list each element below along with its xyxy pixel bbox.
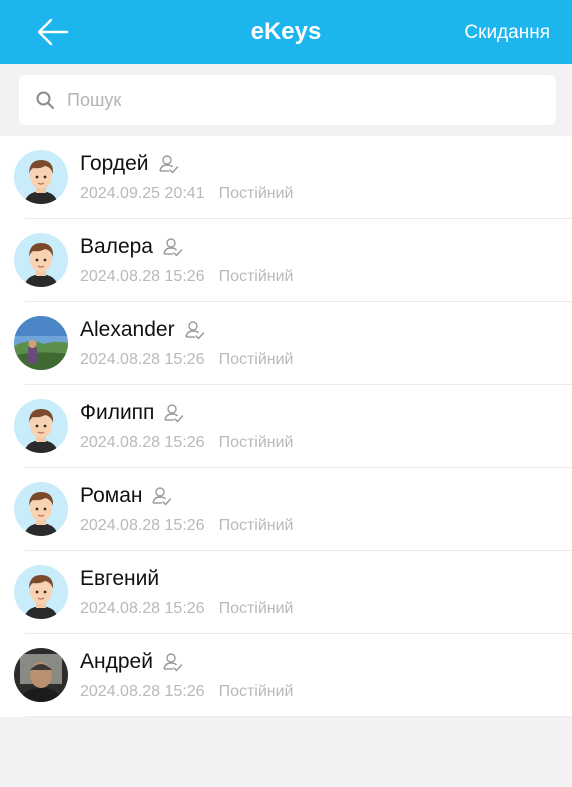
key-meta: 2024.08.28 15:26 Постійний <box>80 516 294 536</box>
key-validity: Постійний <box>218 600 294 617</box>
reset-button[interactable]: Скидання <box>464 0 550 64</box>
ekey-list-item[interactable]: Филипп 2024.08.28 15:26 Постійний <box>0 385 572 468</box>
back-button[interactable] <box>30 14 74 50</box>
key-date: 2024.08.28 15:26 <box>80 268 205 285</box>
key-validity: Постійний <box>218 351 294 368</box>
key-meta: 2024.08.28 15:26 Постійний <box>80 682 294 702</box>
key-validity: Постійний <box>218 683 294 700</box>
key-validity: Постійний <box>218 517 294 534</box>
key-date: 2024.08.28 15:26 <box>80 600 205 617</box>
search-field[interactable] <box>19 75 556 125</box>
user-name-line: Гордей <box>80 151 179 177</box>
key-validity: Постійний <box>218 434 294 451</box>
user-verified-icon <box>161 651 183 673</box>
user-verified-icon <box>157 153 179 175</box>
key-validity: Постійний <box>218 185 294 202</box>
avatar <box>14 150 68 204</box>
ekey-list-item[interactable]: Андрей 2024.08.28 15:26 Постійний <box>0 634 572 717</box>
user-name: Роман <box>80 484 143 507</box>
key-validity: Постійний <box>218 268 294 285</box>
user-verified-icon <box>162 402 184 424</box>
key-date: 2024.09.25 20:41 <box>80 185 205 202</box>
ekey-list-item[interactable]: Гордей 2024.09.25 20:41 Постійний <box>0 136 572 219</box>
search-icon <box>36 91 54 109</box>
key-date: 2024.08.28 15:26 <box>80 434 205 451</box>
key-date: 2024.08.28 15:26 <box>80 351 205 368</box>
avatar <box>14 233 68 287</box>
avatar <box>14 648 68 702</box>
avatar <box>14 316 68 370</box>
ekey-list: Гордей 2024.09.25 20:41 Постійний Валера 202… <box>0 136 572 717</box>
user-name-line: Alexander <box>80 317 205 343</box>
key-meta: 2024.08.28 15:26 Постійний <box>80 599 294 619</box>
key-meta: 2024.08.28 15:26 Постійний <box>80 267 294 287</box>
ekey-list-item[interactable]: Евгений 2024.08.28 15:26 Постійний <box>0 551 572 634</box>
user-verified-icon <box>161 236 183 258</box>
avatar <box>14 565 68 619</box>
search-input[interactable] <box>67 75 537 125</box>
divider <box>25 716 572 717</box>
user-name: Евгений <box>80 567 160 590</box>
user-verified-icon <box>183 319 205 341</box>
top-bar: eKeys Скидання <box>0 0 572 64</box>
key-date: 2024.08.28 15:26 <box>80 683 205 700</box>
user-name: Валера <box>80 235 153 258</box>
ekey-list-item[interactable]: Роман 2024.08.28 15:26 Постійний <box>0 468 572 551</box>
avatar <box>14 482 68 536</box>
user-name: Гордей <box>80 152 149 175</box>
key-meta: 2024.09.25 20:41 Постійний <box>80 184 294 204</box>
key-meta: 2024.08.28 15:26 Постійний <box>80 433 294 453</box>
key-meta: 2024.08.28 15:26 Постійний <box>80 350 294 370</box>
key-date: 2024.08.28 15:26 <box>80 517 205 534</box>
user-name-line: Евгений <box>80 566 159 592</box>
ekey-list-item[interactable]: Валера 2024.08.28 15:26 Постійний <box>0 219 572 302</box>
avatar <box>14 399 68 453</box>
user-name: Андрей <box>80 650 153 673</box>
user-name-line: Валера <box>80 234 183 260</box>
arrow-left-icon <box>37 18 69 46</box>
ekey-list-item[interactable]: Alexander 2024.08.28 15:26 Постійний <box>0 302 572 385</box>
user-name-line: Филипп <box>80 400 184 426</box>
user-name: Alexander <box>80 318 175 341</box>
user-name: Филипп <box>80 401 155 424</box>
user-name-line: Роман <box>80 483 172 509</box>
search-bar <box>0 64 572 136</box>
user-verified-icon <box>150 485 172 507</box>
user-name-line: Андрей <box>80 649 183 675</box>
